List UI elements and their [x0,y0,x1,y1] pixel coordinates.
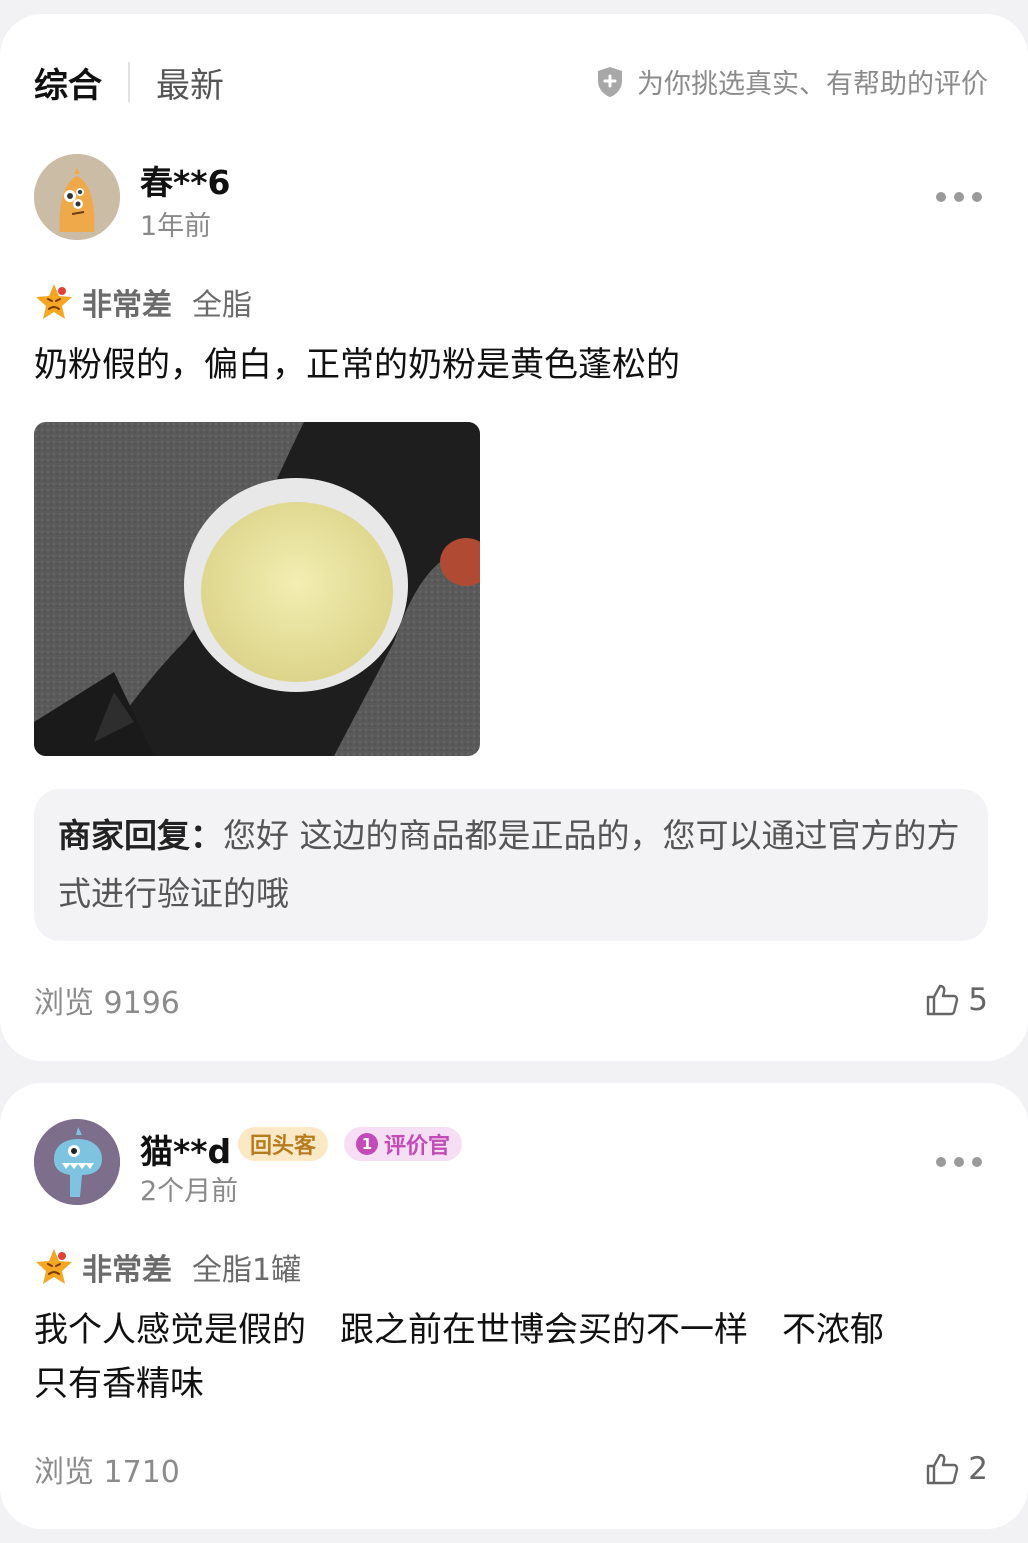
review-content: 我个人感觉是假的 跟之前在世博会买的不一样 不浓郁 只有香精味 [34,1303,884,1411]
view-count: 浏览 9196 [34,986,180,1021]
review-notice: 为你挑选真实、有帮助的评价 [595,62,988,101]
avatar[interactable] [34,154,120,240]
thumbs-up-icon [927,1453,959,1485]
view-count: 浏览 1710 [34,1455,180,1490]
more-dot-icon [936,192,946,202]
merchant-reply: 商家回复：您好 这边的商品都是正品的，您可以通过官方的方式进行验证的哦 [34,789,988,941]
more-dot-icon [954,1157,964,1167]
rating-label: 非常差 [82,288,172,323]
reviewer-badge-label: 评价官 [384,1134,451,1159]
returning-customer-badge: 回头客 [238,1127,329,1161]
reviewer-badge: 1 评价官 [344,1127,463,1161]
more-options-button[interactable] [936,1157,982,1167]
username[interactable]: 春**6 [140,156,230,204]
more-dot-icon [972,192,982,202]
more-dot-icon [972,1157,982,1167]
tab-comprehensive[interactable]: 综合 [34,58,102,107]
avatar-image [34,1119,120,1205]
review-time: 1年前 [140,211,212,242]
milk-powder-photo [34,422,480,756]
tab-latest[interactable]: 最新 [156,58,224,107]
product-spec: 全脂1罐 [192,1253,302,1288]
like-button[interactable]: 2 [924,1451,988,1487]
more-dot-icon [936,1157,946,1167]
thumbs-up-icon [927,984,959,1016]
shield-icon [598,66,622,97]
rating-row: 非常差 全脂 [34,280,252,324]
review-content-line: 我个人感觉是假的 跟之前在世博会买的不一样 不浓郁 [34,1310,884,1350]
notice-text: 为你挑选真实、有帮助的评价 [637,69,988,100]
like-button[interactable]: 5 [924,982,988,1018]
rating-row: 非常差 全脂1罐 [34,1245,301,1289]
tab-divider [128,62,130,102]
avatar[interactable] [34,1119,120,1205]
reviewer-level: 1 [356,1133,378,1155]
product-spec: 全脂 [192,288,252,323]
username[interactable]: 猫**d [140,1125,231,1173]
angry-star-icon [36,284,72,319]
avatar-image [34,154,120,240]
more-dot-icon [954,192,964,202]
angry-star-icon [36,1249,72,1284]
like-count: 5 [968,982,988,1018]
sort-tabs: 综合 最新 [34,58,224,106]
review-card: 猫**d 回头客 1 评价官 2个月前 非常差 全脂1罐 我个人感觉是假的 跟之… [0,1083,1028,1529]
more-options-button[interactable] [936,192,982,202]
review-photo[interactable] [34,422,480,756]
rating-label: 非常差 [82,1253,172,1288]
reply-label: 商家回复： [58,816,223,855]
review-content-line: 只有香精味 [34,1364,204,1404]
review-card: 综合 最新 为你挑选真实、有帮助的评价 春**6 1年前 非常差 全脂 奶粉假的… [0,14,1028,1061]
like-count: 2 [968,1451,988,1487]
review-content: 奶粉假的，偏白，正常的奶粉是黄色蓬松的 [34,345,680,385]
review-time: 2个月前 [140,1176,239,1207]
